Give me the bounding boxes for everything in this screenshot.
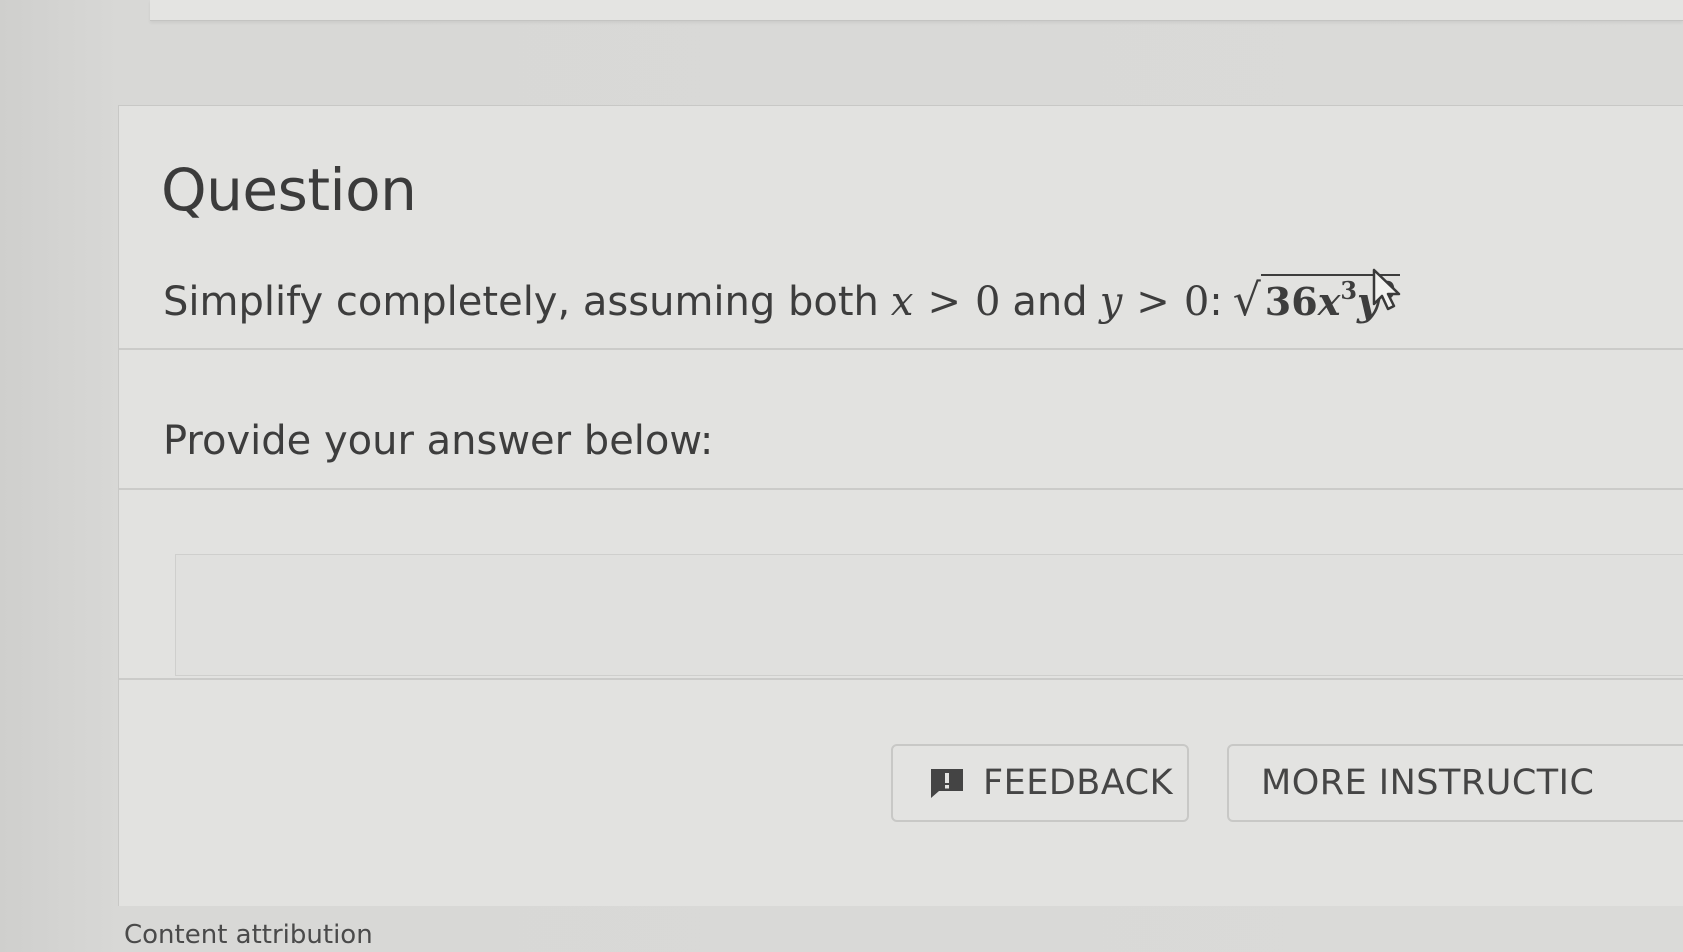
- colon: :: [1209, 278, 1223, 325]
- divider-question: [119, 348, 1683, 350]
- math-var-x: x: [890, 278, 914, 325]
- math-gt-2: >: [1136, 278, 1170, 325]
- more-instructions-label: MORE INSTRUCTIC: [1261, 763, 1595, 803]
- previous-card-edge: [150, 0, 1683, 21]
- and-word: and: [1012, 278, 1088, 325]
- math-zero-2: 0: [1183, 278, 1210, 325]
- feedback-icon: [931, 769, 963, 798]
- radical-sign-icon: √: [1232, 274, 1261, 326]
- page: Question Simplify completely, assuming b…: [0, 0, 1683, 952]
- answer-prompt: Provide your answer below:: [163, 418, 714, 464]
- radicand-coefficient: 36: [1264, 279, 1318, 324]
- cursor-icon: [1372, 268, 1401, 311]
- question-prompt: Simplify completely, assuming both: [163, 278, 879, 325]
- divider-answer: [119, 488, 1683, 490]
- feedback-label: FEEDBACK: [983, 763, 1174, 803]
- question-text: Simplify completely, assuming both x > 0…: [163, 274, 1400, 325]
- math-var-y: y: [1099, 278, 1123, 325]
- question-title: Question: [161, 156, 417, 224]
- more-instructions-button[interactable]: MORE INSTRUCTIC: [1227, 744, 1683, 822]
- math-zero-1: 0: [974, 278, 1001, 325]
- radicand-base-x: x: [1317, 279, 1341, 324]
- divider-input: [119, 678, 1683, 680]
- radicand-exp-x: 3: [1340, 276, 1358, 305]
- answer-input[interactable]: [175, 554, 1683, 676]
- feedback-button[interactable]: FEEDBACK: [891, 744, 1189, 822]
- math-gt-1: >: [927, 278, 961, 325]
- content-attribution-link[interactable]: Content attribution: [124, 920, 373, 950]
- question-card: Question Simplify completely, assuming b…: [118, 105, 1683, 906]
